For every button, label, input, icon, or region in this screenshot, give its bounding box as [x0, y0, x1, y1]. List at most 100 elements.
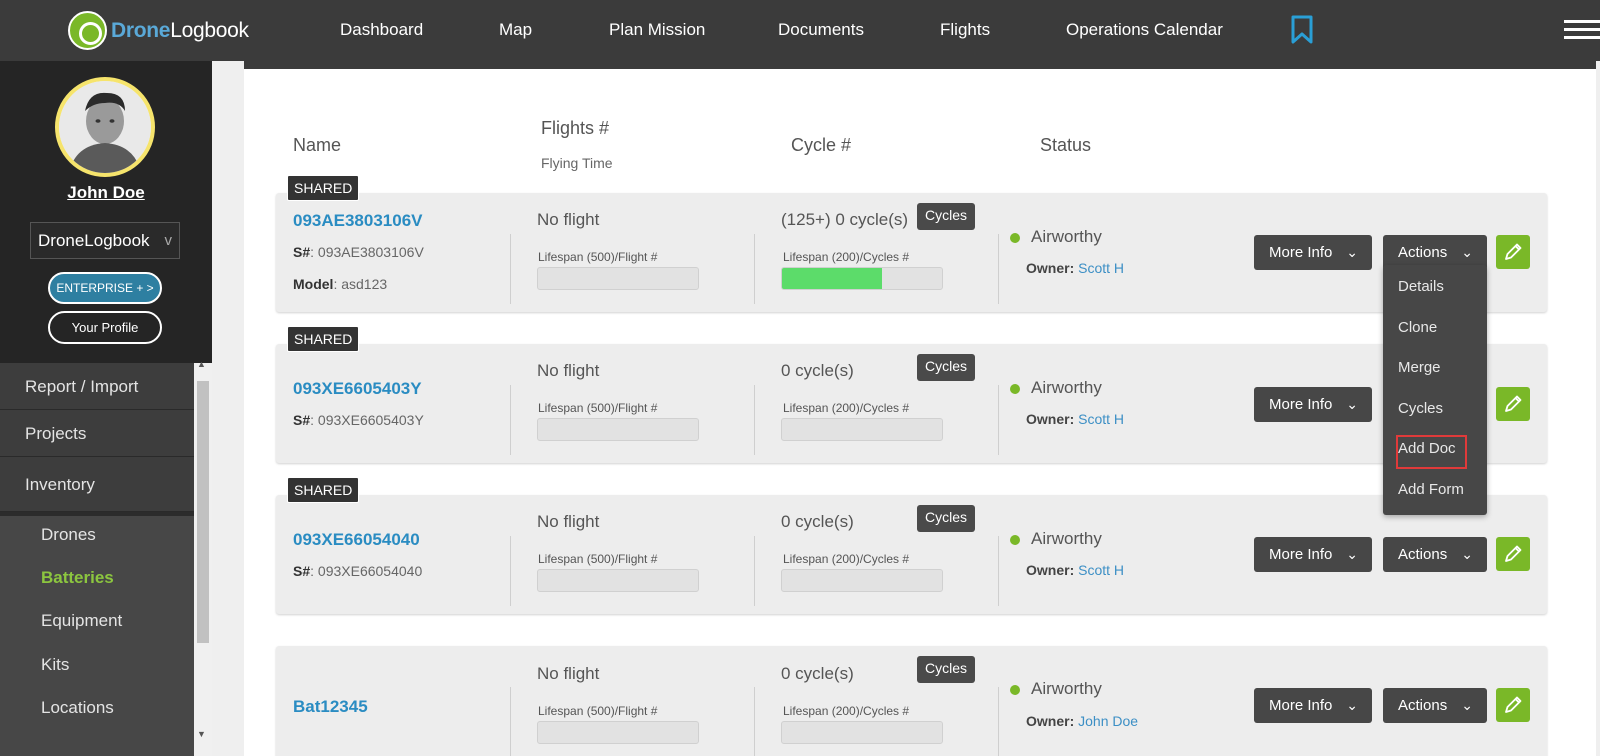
actions-button[interactable]: Actions ⌄ [1383, 537, 1487, 572]
status-dot-icon [1010, 384, 1020, 394]
drone-logo-icon [68, 11, 107, 50]
divider [510, 234, 511, 304]
sidebar-item-inventory[interactable]: Inventory [0, 457, 194, 512]
status-text: Airworthy [1031, 227, 1102, 246]
divider [998, 687, 999, 756]
organization-select[interactable]: DroneLogbook v [30, 222, 180, 259]
sidebar-subitem-kits[interactable]: Kits [41, 655, 69, 675]
flight-lifespan-bar [537, 721, 699, 744]
organization-select-value: DroneLogbook [38, 231, 150, 250]
menu-item-add-form[interactable]: Add Form [1398, 481, 1464, 498]
battery-name-link[interactable]: Bat12345 [293, 697, 368, 717]
actions-button[interactable]: Actions ⌄ [1383, 688, 1487, 723]
sidebar-item-projects[interactable]: Projects [0, 410, 194, 457]
cycle-lifespan-fill [782, 268, 882, 289]
divider [754, 234, 755, 304]
enterprise-button[interactable]: ENTERPRISE + > [48, 272, 162, 304]
battery-serial: S#: 093XE6605403Y [293, 412, 424, 428]
divider [754, 385, 755, 455]
status-dot-icon [1010, 685, 1020, 695]
menu-item-details[interactable]: Details [1398, 278, 1444, 295]
divider [510, 385, 511, 455]
cycle-lifespan-label: Lifespan (200)/Cycles # [783, 552, 910, 566]
scroll-up-icon[interactable]: ▲ [197, 359, 206, 369]
battery-name-link[interactable]: 093AE3803106V [293, 211, 423, 231]
owner: Owner: Scott H [1026, 260, 1125, 276]
column-header-flights: Flights # [541, 118, 610, 138]
pencil-icon [1505, 545, 1522, 562]
flights-count: No flight [537, 664, 600, 683]
nav-operations-calendar[interactable]: Operations Calendar [1066, 0, 1223, 61]
flight-lifespan-bar [537, 267, 699, 290]
owner: Owner: Scott H [1026, 411, 1125, 427]
bookmark-icon[interactable] [1291, 15, 1313, 44]
edit-button[interactable] [1496, 387, 1530, 421]
status-dot-icon [1010, 535, 1020, 545]
flights-count: No flight [537, 512, 600, 531]
scroll-down-icon[interactable]: ▼ [197, 729, 206, 739]
column-header-name: Name [293, 135, 342, 155]
menu-item-cycles[interactable]: Cycles [1398, 400, 1443, 417]
sidebar-item-report-import[interactable]: Report / Import [0, 363, 194, 410]
flight-lifespan-label: Lifespan (500)/Flight # [538, 250, 658, 264]
battery-serial: S#: 093XE66054040 [293, 563, 423, 579]
edit-button[interactable] [1496, 235, 1530, 269]
nav-map[interactable]: Map [499, 0, 532, 61]
divider [998, 385, 999, 455]
sidebar-scroll-thumb[interactable] [197, 381, 209, 643]
owner: Owner: John Doe [1026, 713, 1139, 729]
pencil-icon [1505, 696, 1522, 713]
cycles-button[interactable]: Cycles [917, 203, 976, 230]
flight-lifespan-bar [537, 418, 699, 441]
more-info-button[interactable]: More Info ⌄ [1254, 537, 1372, 572]
shared-badge: SHARED [287, 326, 360, 352]
owner-link[interactable]: Scott H [1078, 562, 1124, 578]
nav-documents[interactable]: Documents [778, 0, 864, 61]
edit-button[interactable] [1496, 688, 1530, 722]
divider [754, 536, 755, 606]
cycles-button[interactable]: Cycles [917, 354, 976, 381]
your-profile-button[interactable]: Your Profile [48, 311, 162, 344]
sidebar: John Doe DroneLogbook v ENTERPRISE + > Y… [0, 61, 212, 756]
menu-item-clone[interactable]: Clone [1398, 319, 1437, 336]
cycle-lifespan-bar [781, 267, 943, 290]
status-dot-icon [1010, 233, 1020, 243]
nav-plan-mission[interactable]: Plan Mission [609, 0, 705, 61]
owner-link[interactable]: John Doe [1078, 713, 1138, 729]
divider [998, 234, 999, 304]
more-info-button[interactable]: More Info ⌄ [1254, 387, 1372, 422]
chevron-down-icon: ⌄ [1461, 546, 1473, 562]
flight-lifespan-label: Lifespan (500)/Flight # [538, 704, 658, 718]
hamburger-icon[interactable] [1564, 20, 1600, 40]
sidebar-subitem-drones[interactable]: Drones [41, 525, 96, 545]
cycles-count: 0 cycle(s) [781, 512, 854, 531]
menu-item-merge[interactable]: Merge [1398, 359, 1441, 376]
profile-panel: John Doe DroneLogbook v ENTERPRISE + > Y… [0, 61, 212, 363]
chevron-down-icon: ⌄ [1346, 244, 1358, 260]
more-info-button[interactable]: More Info ⌄ [1254, 235, 1372, 270]
battery-name-link[interactable]: 093XE66054040 [293, 530, 420, 550]
cycle-lifespan-label: Lifespan (200)/Cycles # [783, 704, 910, 718]
avatar[interactable] [55, 77, 155, 177]
cycle-lifespan-label: Lifespan (200)/Cycles # [783, 401, 910, 415]
sidebar-subitem-batteries[interactable]: Batteries [41, 568, 114, 588]
edit-button[interactable] [1496, 537, 1530, 571]
divider [510, 687, 511, 756]
app-logo[interactable]: DroneLogbook [68, 11, 249, 50]
nav-dashboard[interactable]: Dashboard [340, 0, 423, 61]
cycles-button[interactable]: Cycles [917, 656, 976, 683]
battery-name-link[interactable]: 093XE6605403Y [293, 379, 422, 399]
nav-flights[interactable]: Flights [940, 0, 990, 61]
top-navbar: DroneLogbook Dashboard Map Plan Mission … [0, 0, 1600, 61]
sidebar-subitem-equipment[interactable]: Equipment [41, 611, 122, 631]
cycle-lifespan-bar [781, 721, 943, 744]
cycles-button[interactable]: Cycles [917, 505, 976, 532]
owner-link[interactable]: Scott H [1078, 411, 1124, 427]
cycle-lifespan-label: Lifespan (200)/Cycles # [783, 250, 910, 264]
profile-username[interactable]: John Doe [0, 183, 212, 203]
flights-count: No flight [537, 210, 600, 229]
owner-link[interactable]: Scott H [1078, 260, 1124, 276]
cycles-count: (125+) 0 cycle(s) [781, 210, 909, 229]
more-info-button[interactable]: More Info ⌄ [1254, 688, 1372, 723]
sidebar-subitem-locations[interactable]: Locations [41, 698, 114, 718]
